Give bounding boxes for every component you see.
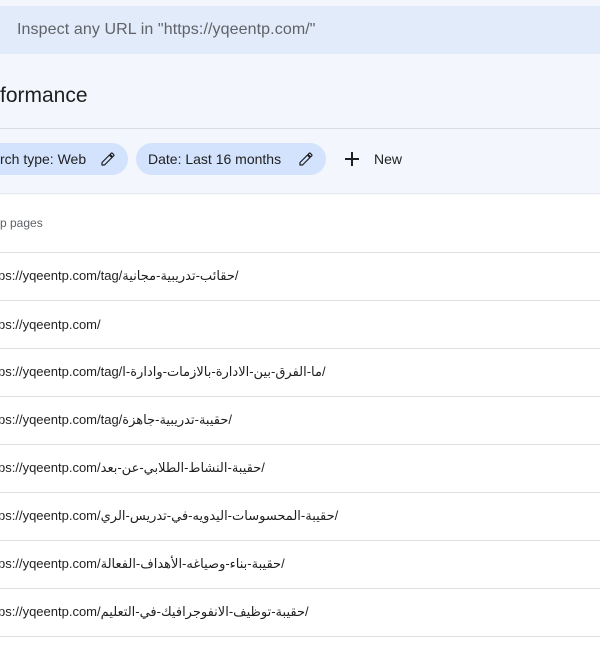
- table-row[interactable]: ps://yqeentp.com/tag/حقائب-تدريبية-مجاني…: [0, 252, 600, 299]
- row-url: ps://yqeentp.com/حقيبة-بناء-وصياغه-الأهد…: [0, 556, 285, 571]
- row-url: ps://yqeentp.com/tag/حقيبة-تدريبية-جاهزة…: [0, 412, 232, 427]
- table-row[interactable]: ps://yqeentp.com/: [0, 300, 600, 347]
- row-url: ps://yqeentp.com/حقيبة-المحسوسات-اليدويه…: [0, 508, 339, 523]
- filter-chip-label: Date: Last 16 months: [148, 151, 282, 167]
- pencil-icon[interactable]: [100, 151, 116, 167]
- table-row-divider: [0, 636, 600, 637]
- table-row[interactable]: ps://yqeentp.com/حقيبة-النشاط-الطلابي-عن…: [0, 444, 600, 491]
- table-row[interactable]: ps://yqeentp.com/حقيبة-توظيف-الانفوجرافي…: [0, 588, 600, 635]
- row-url: ps://yqeentp.com/: [0, 316, 101, 332]
- row-url: ps://yqeentp.com/حقيبة-توظيف-الانفوجرافي…: [0, 604, 309, 619]
- table-row[interactable]: ps://yqeentp.com/tag/ما-الفرق-بين-الادار…: [0, 348, 600, 395]
- row-url: ps://yqeentp.com/حقيبة-النشاط-الطلابي-عن…: [0, 460, 265, 475]
- table-row[interactable]: ps://yqeentp.com/حقيبة-بناء-وصياغه-الأهد…: [0, 540, 600, 587]
- url-inspection-search[interactable]: Inspect any URL in "https://yqeentp.com/…: [0, 6, 600, 54]
- pencil-icon[interactable]: [298, 151, 314, 167]
- search-placeholder: Inspect any URL in "https://yqeentp.com/…: [17, 21, 316, 38]
- table-header-top-pages: p pages: [0, 216, 43, 230]
- page-title: formance: [0, 84, 88, 107]
- new-filter-label: New: [374, 151, 403, 167]
- new-filter-button[interactable]: New: [340, 143, 402, 175]
- row-url: ps://yqeentp.com/tag/حقائب-تدريبية-مجاني…: [0, 268, 239, 283]
- table-row[interactable]: ps://yqeentp.com/tag/حقيبة-تدريبية-جاهزة…: [0, 396, 600, 443]
- section-divider: [0, 193, 600, 195]
- title-divider: [0, 128, 600, 129]
- row-url: ps://yqeentp.com/tag/ما-الفرق-بين-الادار…: [0, 364, 326, 379]
- filter-chip-search-type[interactable]: rch type: Web: [0, 143, 128, 175]
- filter-chip-label: rch type: Web: [0, 151, 87, 167]
- filter-chip-date[interactable]: Date: Last 16 months: [136, 143, 326, 175]
- table-row[interactable]: ps://yqeentp.com/حقيبة-المحسوسات-اليدويه…: [0, 492, 600, 539]
- plus-icon: [345, 152, 359, 166]
